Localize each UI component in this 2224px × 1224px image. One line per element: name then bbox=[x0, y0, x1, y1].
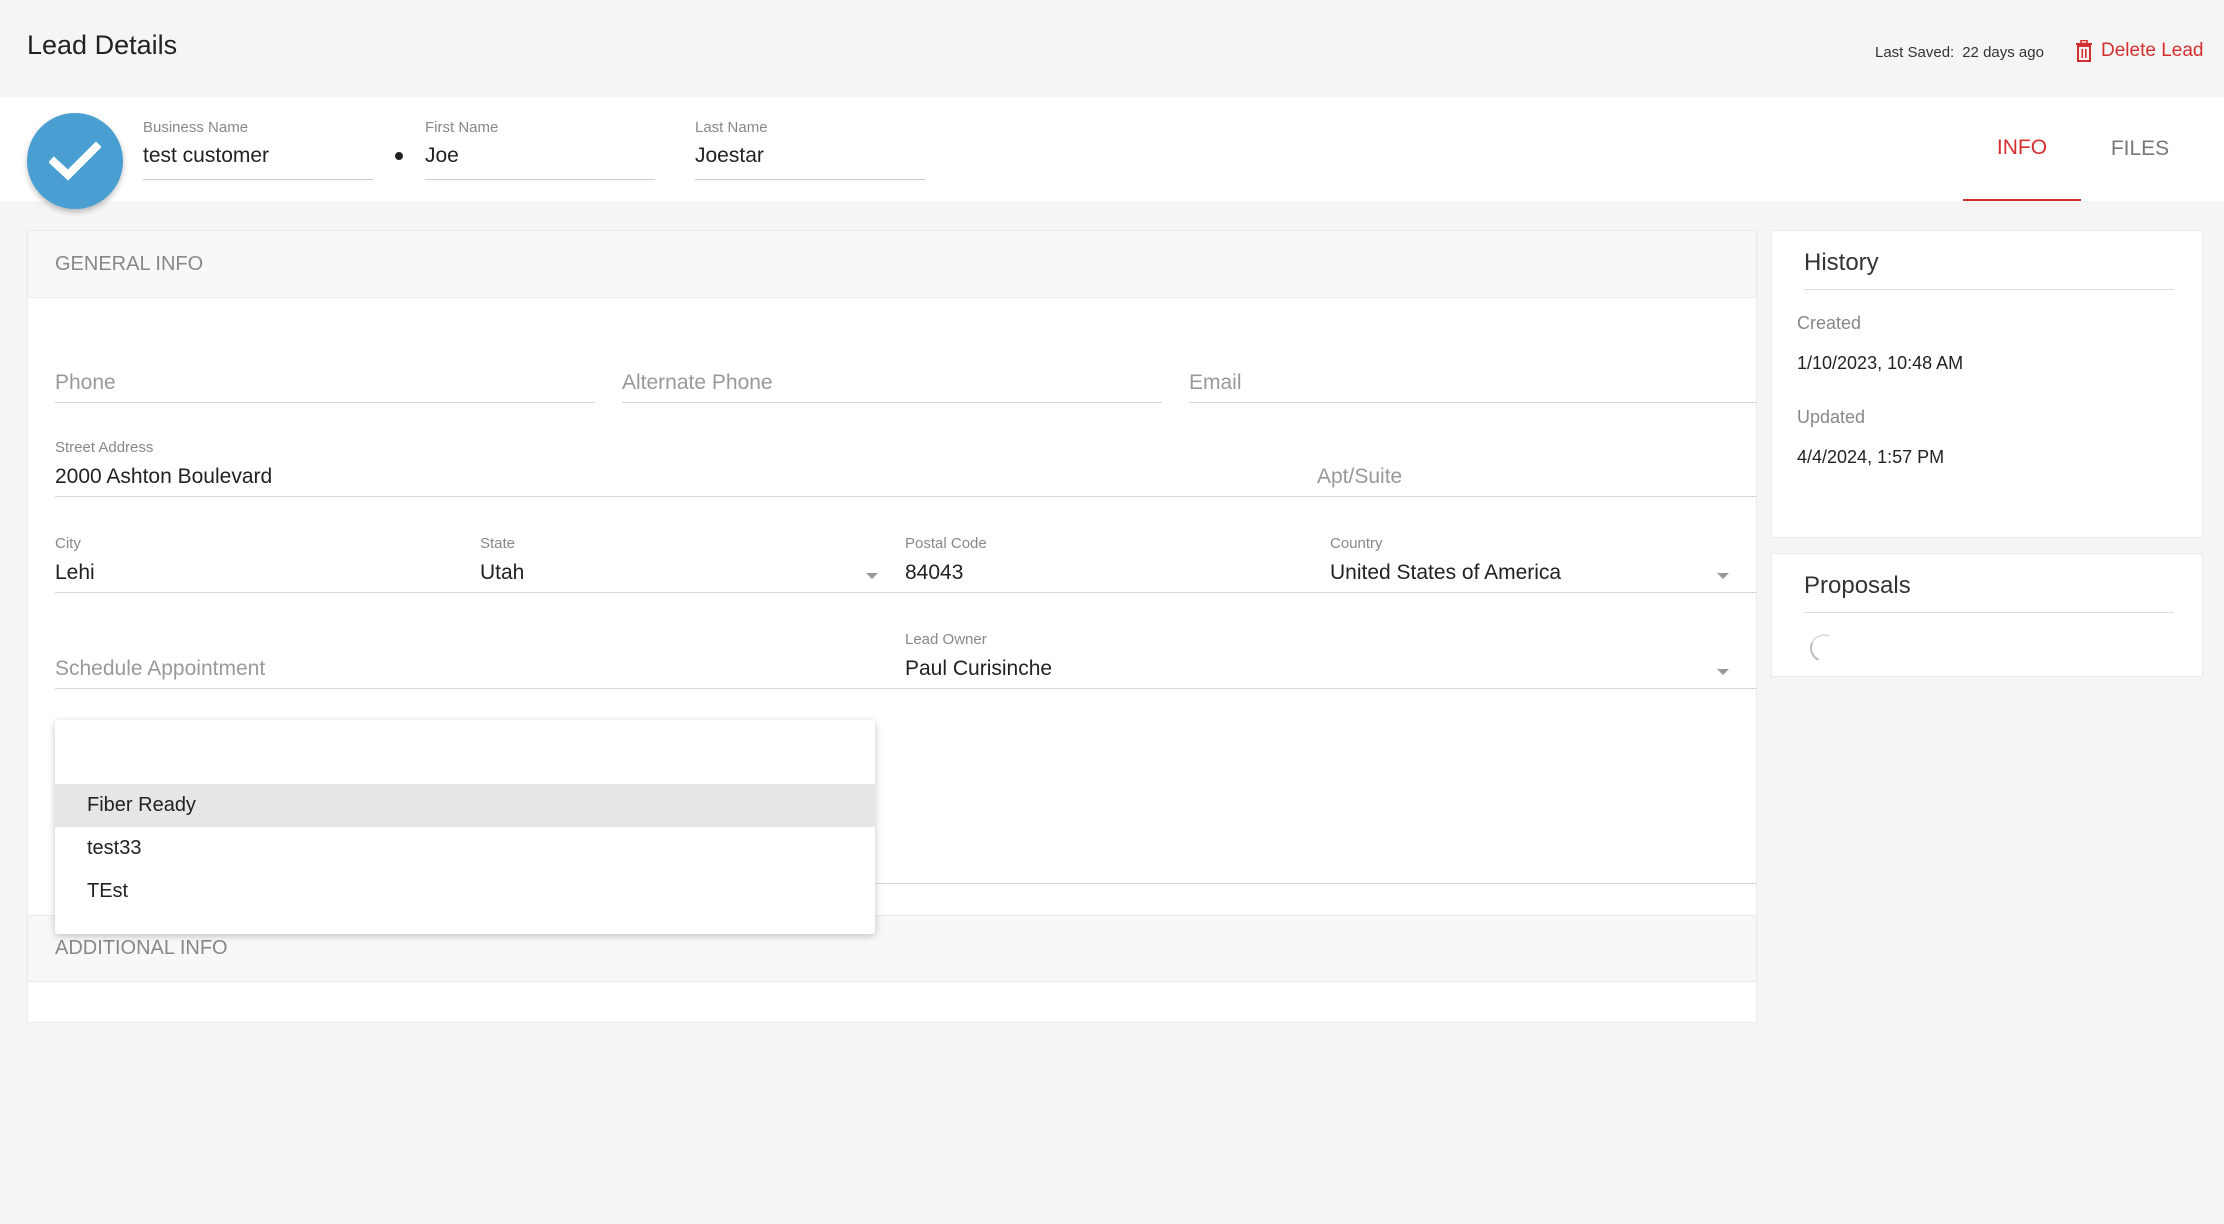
delete-lead-label: Delete Lead bbox=[2101, 40, 2204, 61]
city-field[interactable]: City Lehi bbox=[55, 535, 481, 593]
last-name-input[interactable]: Joestar bbox=[695, 144, 925, 180]
proposals-title: Proposals bbox=[1804, 572, 2174, 613]
first-name-field[interactable]: First Name Joe bbox=[425, 119, 655, 180]
dropdown-option[interactable]: Fiber Ready bbox=[55, 784, 875, 827]
country-label: Country bbox=[1330, 535, 1383, 552]
last-name-label: Last Name bbox=[695, 119, 768, 136]
first-name-input[interactable]: Joe bbox=[425, 144, 655, 180]
history-title: History bbox=[1804, 249, 2174, 290]
lead-owner-value: Paul Curisinche bbox=[905, 657, 1053, 680]
checkmark-icon bbox=[49, 141, 101, 181]
loading-spinner-icon bbox=[1806, 630, 1842, 666]
apt-suite-input[interactable]: Apt/Suite bbox=[1317, 457, 1757, 497]
chevron-down-icon bbox=[1717, 669, 1729, 675]
tab-info[interactable]: INFO bbox=[1963, 97, 2081, 201]
business-name-input[interactable]: test customer bbox=[143, 144, 373, 180]
postal-code-field[interactable]: Postal Code 84043 bbox=[905, 535, 1331, 593]
alternate-phone-field[interactable]: Alternate Phone bbox=[622, 363, 1162, 403]
alternate-phone-input[interactable]: Alternate Phone bbox=[622, 363, 1162, 403]
created-label: Created bbox=[1797, 313, 1862, 333]
business-name-label: Business Name bbox=[143, 119, 249, 136]
city-label: City bbox=[55, 535, 81, 552]
updated-label: Updated bbox=[1797, 407, 1866, 427]
schedule-appointment-field[interactable]: Schedule Appointment bbox=[55, 649, 905, 689]
phone-field[interactable]: Phone bbox=[55, 363, 595, 403]
postal-code-label: Postal Code bbox=[905, 535, 987, 552]
state-label: State bbox=[480, 535, 516, 552]
general-info-header[interactable]: GENERAL INFO bbox=[28, 231, 1756, 298]
history-card: History Created 1/10/2023, 10:48 AM Upda… bbox=[1771, 230, 2203, 538]
email-input[interactable]: Email bbox=[1189, 363, 1757, 403]
chevron-down-icon bbox=[866, 573, 878, 579]
chevron-down-icon bbox=[1717, 573, 1729, 579]
last-saved-label: Last Saved: bbox=[1875, 44, 1955, 61]
dropdown-option[interactable]: test33 bbox=[55, 827, 875, 870]
country-select[interactable]: Country United States of America bbox=[1330, 535, 1757, 593]
last-saved-value: 22 days ago bbox=[1962, 44, 2044, 61]
page-title: Lead Details bbox=[27, 30, 178, 60]
country-value: United States of America bbox=[1330, 561, 1562, 584]
options-dropdown[interactable]: Fiber Ready test33 TEst bbox=[55, 720, 875, 934]
lead-owner-select-value[interactable]: Paul Curisinche bbox=[905, 649, 1757, 689]
dropdown-search-area[interactable] bbox=[55, 720, 875, 784]
updated-value: 4/4/2024, 1:57 PM bbox=[1797, 447, 1945, 467]
proposals-card: Proposals bbox=[1771, 553, 2203, 677]
city-input[interactable]: Lehi bbox=[55, 553, 481, 593]
created-value: 1/10/2023, 10:48 AM bbox=[1797, 353, 1964, 373]
dropdown-option[interactable]: TEst bbox=[55, 870, 875, 913]
status-avatar[interactable] bbox=[27, 113, 123, 209]
delete-lead-button[interactable]: Delete Lead bbox=[2075, 40, 2203, 62]
lead-owner-label: Lead Owner bbox=[905, 631, 987, 648]
top-bar: Lead Details Last Saved: 22 days ago Dele… bbox=[0, 0, 2224, 97]
phone-input[interactable]: Phone bbox=[55, 363, 595, 403]
name-bar: Business Name test customer First Name J… bbox=[0, 97, 2224, 209]
trash-icon bbox=[2076, 40, 2092, 62]
schedule-appointment-input[interactable]: Schedule Appointment bbox=[55, 649, 905, 689]
street-address-field[interactable]: Street Address 2000 Ashton Boulevard bbox=[55, 439, 1318, 497]
business-name-field[interactable]: Business Name test customer bbox=[143, 119, 373, 180]
last-saved: Last Saved: 22 days ago bbox=[1875, 44, 2044, 61]
street-address-label: Street Address bbox=[55, 439, 154, 456]
lead-owner-select[interactable]: Lead Owner Paul Curisinche bbox=[905, 631, 1757, 689]
state-select-value[interactable]: Utah bbox=[480, 553, 906, 593]
name-separator-dot bbox=[395, 152, 403, 160]
postal-code-input[interactable]: 84043 bbox=[905, 553, 1331, 593]
apt-suite-field[interactable]: Apt/Suite bbox=[1317, 457, 1757, 497]
first-name-label: First Name bbox=[425, 119, 499, 136]
email-field[interactable]: Email bbox=[1189, 363, 1757, 403]
country-select-value[interactable]: United States of America bbox=[1330, 553, 1757, 593]
street-address-input[interactable]: 2000 Ashton Boulevard bbox=[55, 457, 1318, 497]
tab-files[interactable]: FILES bbox=[2081, 97, 2199, 201]
state-value: Utah bbox=[480, 561, 525, 584]
last-name-field[interactable]: Last Name Joestar bbox=[695, 119, 925, 180]
state-select[interactable]: State Utah bbox=[480, 535, 906, 593]
